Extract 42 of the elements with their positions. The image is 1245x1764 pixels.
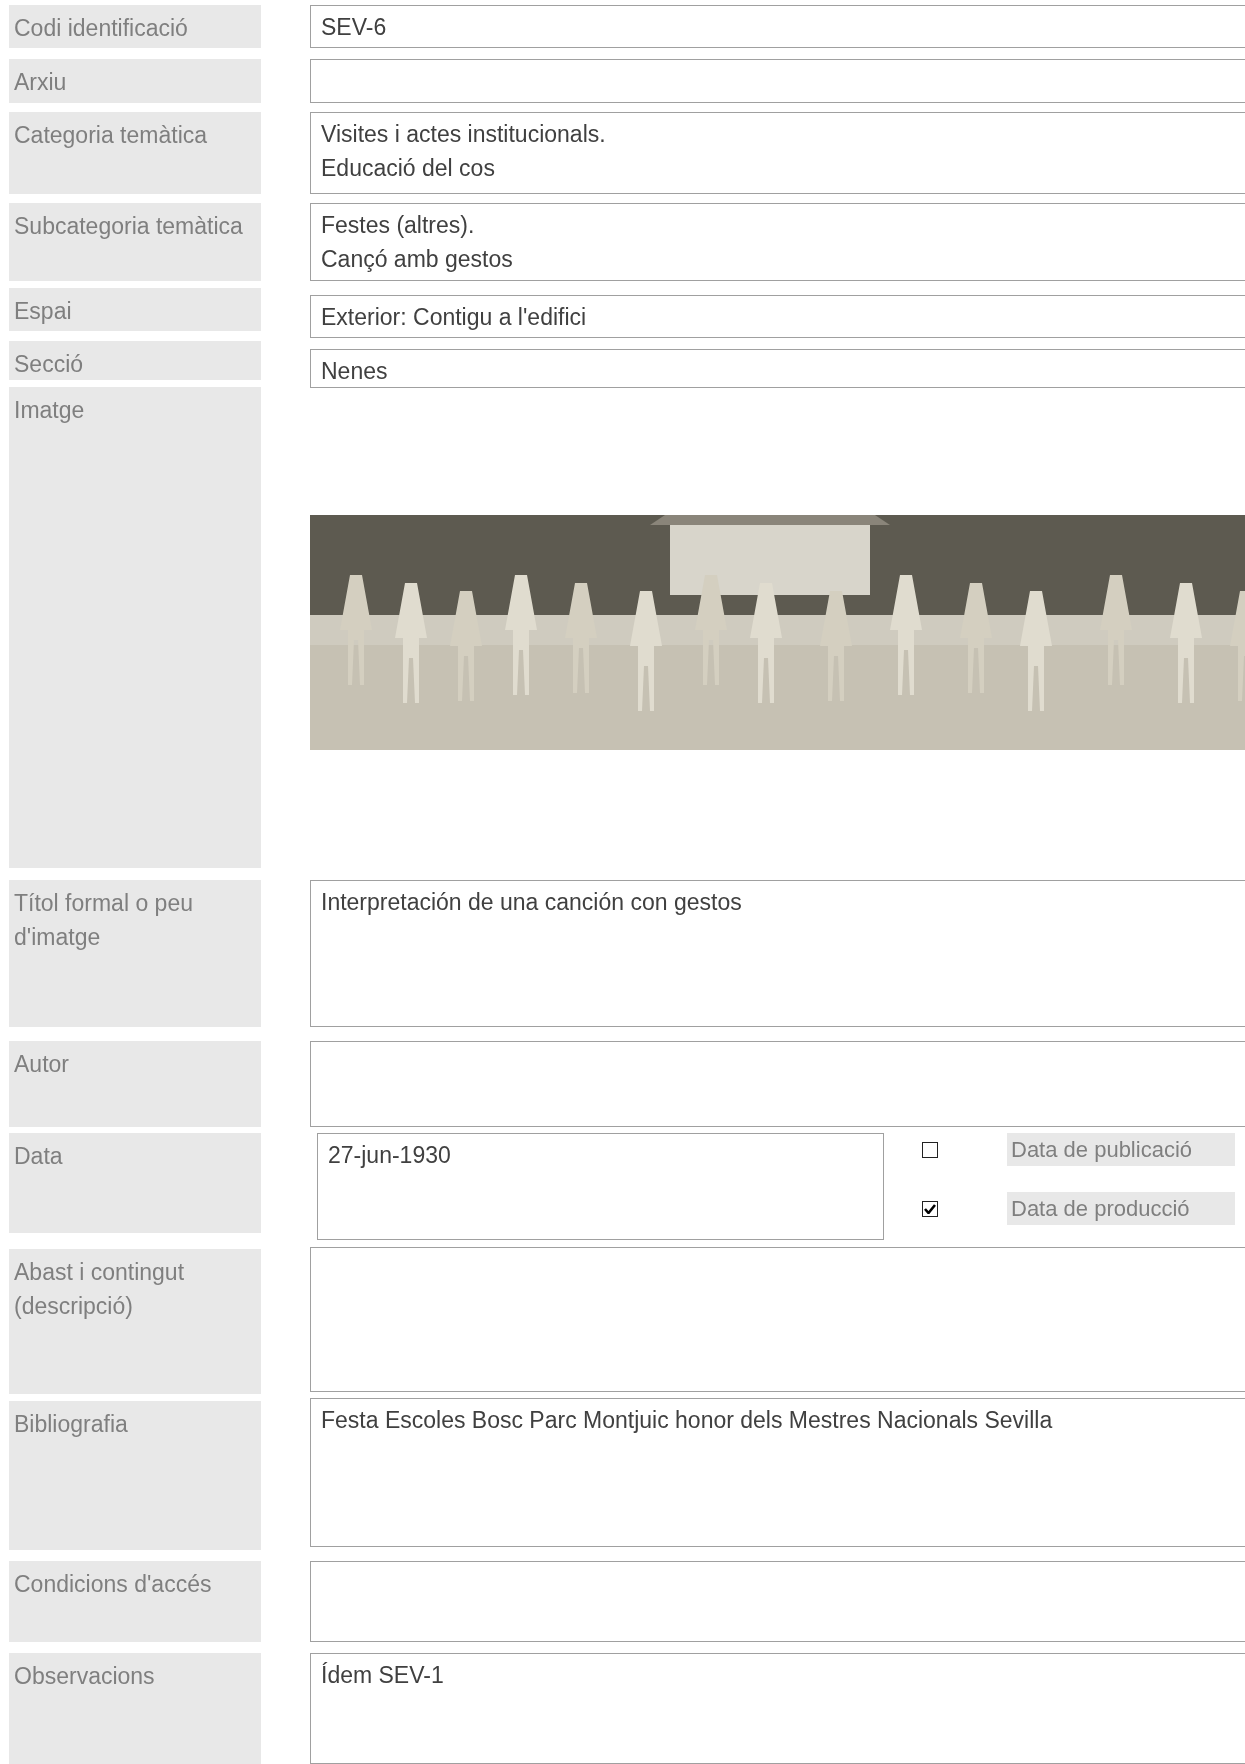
field-value: SEV-6 xyxy=(321,13,388,42)
text-field[interactable]: Festes (altres). Cançó amb gestos xyxy=(310,203,1245,281)
text-field[interactable] xyxy=(310,1041,1245,1127)
field-label: Data xyxy=(9,1133,261,1233)
field-label: Títol formal o peu d'imatge xyxy=(9,880,261,1027)
field-label: Autor xyxy=(9,1041,261,1127)
field-value: Educació del cos xyxy=(321,154,496,183)
text-field[interactable]: Interpretación de una canción con gestos xyxy=(310,880,1245,1027)
text-field[interactable] xyxy=(310,1561,1245,1642)
field-value: Visites i actes institucionals. xyxy=(321,120,607,149)
field-label: Abast i contingut (descripció) xyxy=(9,1249,261,1394)
text-field[interactable]: Visites i actes institucionals. Educació del cos xyxy=(310,112,1245,194)
text-field[interactable] xyxy=(310,1247,1245,1392)
field-value: Interpretación de una canción con gestos xyxy=(321,888,743,917)
field-value: Festa Escoles Bosc Parc Montjuic honor dels Mestres Nacionals Sevilla xyxy=(321,1406,1054,1435)
text-field[interactable]: Festa Escoles Bosc Parc Montjuic honor dels Mestres Nacionals Sevilla xyxy=(310,1398,1245,1547)
text-field[interactable]: SEV-6 xyxy=(310,5,1245,48)
field-label: Categoria temàtica xyxy=(9,112,261,194)
field-value: Ídem SEV-1 xyxy=(321,1661,445,1690)
text-field[interactable] xyxy=(310,59,1245,103)
field-label: Arxiu xyxy=(9,59,261,103)
option-label: Data de producció xyxy=(1007,1192,1235,1225)
field-label: Secció xyxy=(9,341,261,380)
field-value: Cançó amb gestos xyxy=(321,245,514,274)
text-field[interactable]: Nenes xyxy=(310,349,1245,388)
field-label: Bibliografia xyxy=(9,1401,261,1550)
field-value: Festes (altres). xyxy=(321,211,476,240)
checkbox[interactable] xyxy=(922,1141,938,1158)
text-field[interactable]: Ídem SEV-1 xyxy=(310,1653,1245,1764)
field-value: 27-jun-1930 xyxy=(328,1141,452,1170)
date-field[interactable]: 27-jun-1930 xyxy=(317,1133,884,1240)
checkbox[interactable] xyxy=(922,1200,938,1217)
field-label: Condicions d'accés xyxy=(9,1561,261,1642)
option-label: Data de publicació xyxy=(1007,1133,1235,1166)
field-label: Espai xyxy=(9,288,261,331)
field-label: Subcategoria temàtica xyxy=(9,203,261,281)
text-field[interactable]: Exterior: Contigu a l'edifici xyxy=(310,295,1245,338)
field-label: Imatge xyxy=(9,387,261,868)
field-value: Exterior: Contigu a l'edifici xyxy=(321,303,588,332)
field-label: Codi identificació xyxy=(9,5,261,48)
field-label: Observacions xyxy=(9,1653,261,1764)
field-value: Nenes xyxy=(321,357,389,386)
